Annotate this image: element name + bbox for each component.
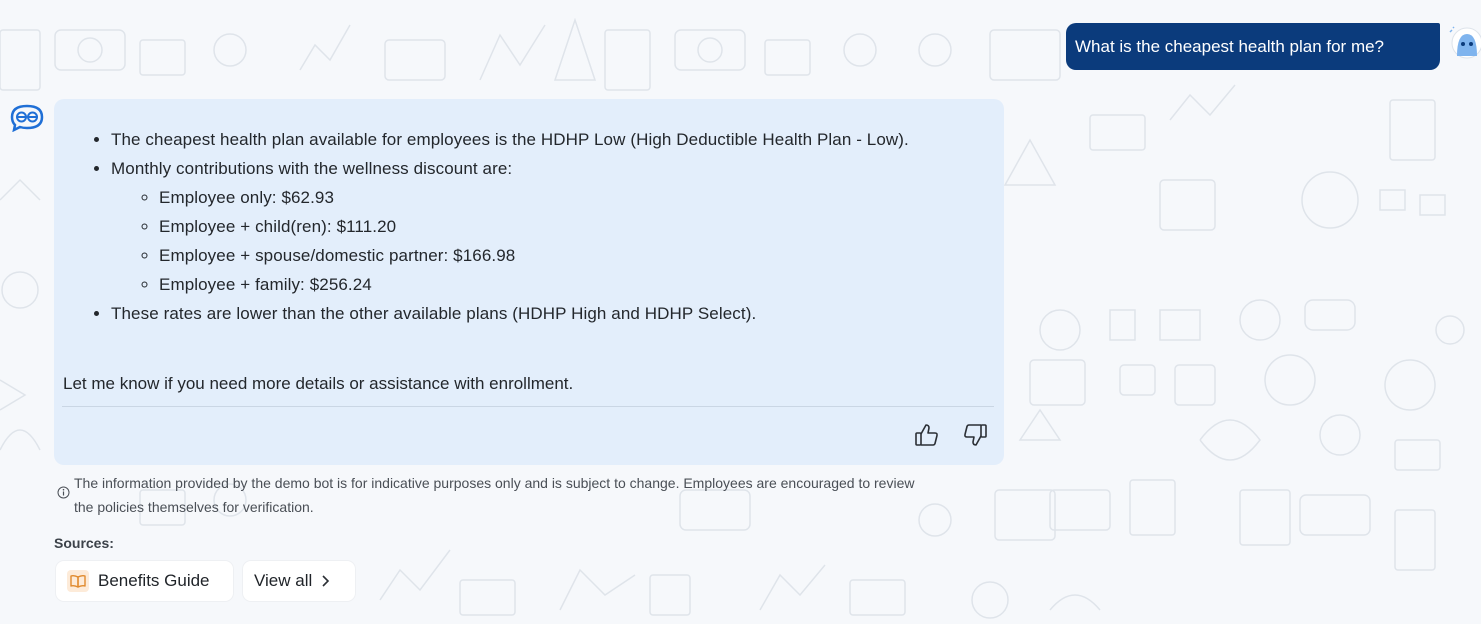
view-all-button[interactable]: View all (243, 561, 355, 601)
user-message-text: What is the cheapest health plan for me? (1075, 37, 1385, 56)
bot-answer-list: The cheapest health plan available for e… (54, 125, 1011, 328)
info-icon (57, 486, 70, 499)
sub-list: Employee only: $62.93 Employee + child(r… (111, 183, 1011, 299)
bot-message-bubble: The cheapest health plan available for e… (54, 99, 1004, 465)
disclaimer-text: The information provided by the demo bot… (74, 475, 915, 515)
sub-list-item: Employee + spouse/domestic partner: $166… (159, 241, 1011, 270)
bot-closing-text: Let me know if you need more details or … (63, 374, 574, 393)
list-item: The cheapest health plan available for e… (111, 125, 1011, 154)
thumbs-down-icon[interactable] (962, 422, 988, 448)
sources-label: Sources: (54, 535, 114, 551)
sub-list-item: Employee + family: $256.24 (159, 270, 1011, 299)
bot-avatar-icon (10, 104, 44, 133)
disclaimer: The information provided by the demo bot… (57, 471, 937, 519)
divider (62, 406, 994, 407)
list-item: Monthly contributions with the wellness … (111, 154, 1011, 299)
chevron-right-icon (322, 575, 330, 587)
source-chip-benefits-guide[interactable]: Benefits Guide (56, 561, 233, 601)
book-icon (67, 570, 89, 592)
user-avatar-icon (1447, 26, 1481, 62)
sub-list-item: Employee only: $62.93 (159, 183, 1011, 212)
list-item: These rates are lower than the other ava… (111, 299, 1011, 328)
sub-list-item: Employee + child(ren): $111.20 (159, 212, 1011, 241)
source-chip-label: Benefits Guide (98, 571, 210, 590)
thumbs-up-icon[interactable] (914, 422, 940, 448)
view-all-label: View all (254, 571, 313, 590)
user-message-bubble: What is the cheapest health plan for me? (1066, 23, 1440, 70)
